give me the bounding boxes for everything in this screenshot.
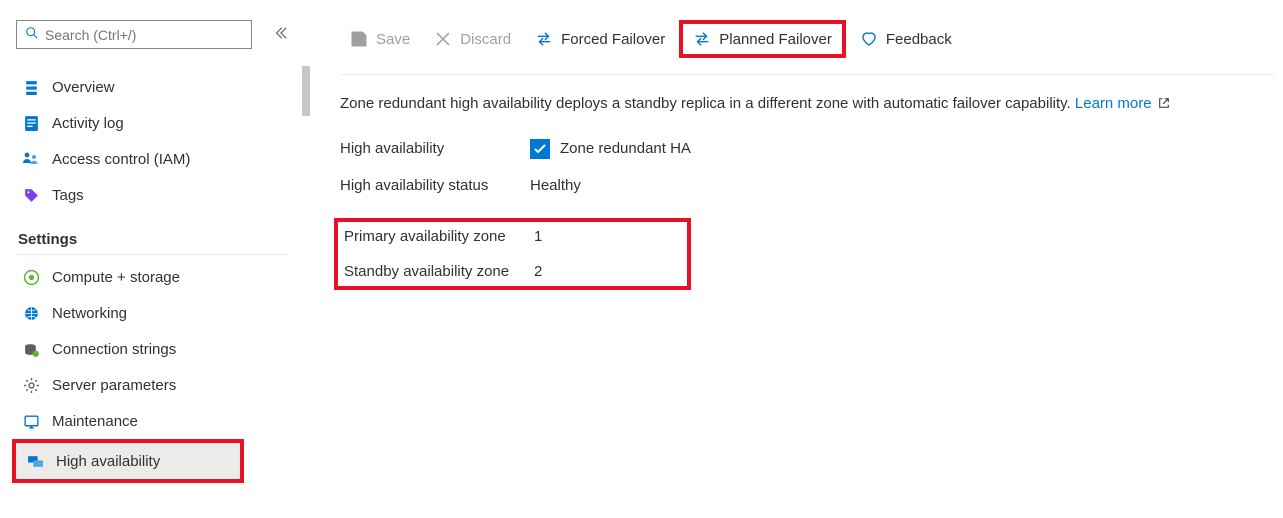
sidebar: Overview Activity log Access control (IA… xyxy=(0,0,310,518)
info-grid: High availability Zone redundant HA High… xyxy=(340,139,691,290)
sidebar-item-connection-strings[interactable]: Connection strings xyxy=(16,331,310,367)
search-icon xyxy=(25,26,45,43)
feedback-icon xyxy=(860,30,878,48)
sidebar-item-compute-storage[interactable]: Compute + storage xyxy=(16,259,310,295)
planned-failover-button[interactable]: Planned Failover xyxy=(679,20,846,58)
description-text: Zone redundant high availability deploys… xyxy=(340,95,1275,113)
content: Zone redundant high availability deploys… xyxy=(340,75,1275,290)
save-icon xyxy=(350,30,368,48)
nav-label-overview: Overview xyxy=(52,79,115,96)
save-label: Save xyxy=(376,31,410,48)
forced-failover-button[interactable]: Forced Failover xyxy=(525,24,675,54)
search-box[interactable] xyxy=(16,20,252,49)
maintenance-icon xyxy=(22,412,40,430)
discard-button: Discard xyxy=(424,24,521,54)
sidebar-item-tags[interactable]: Tags xyxy=(16,177,310,213)
sidebar-item-overview[interactable]: Overview xyxy=(16,69,310,105)
discard-label: Discard xyxy=(460,31,511,48)
forced-failover-icon xyxy=(535,30,553,48)
sidebar-item-activity-log[interactable]: Activity log xyxy=(16,105,310,141)
nav-label-networking: Networking xyxy=(52,305,127,322)
feedback-label: Feedback xyxy=(886,31,952,48)
nav-label-activity-log: Activity log xyxy=(52,115,124,132)
compute-storage-icon xyxy=(22,268,40,286)
sidebar-item-networking[interactable]: Networking xyxy=(16,295,310,331)
settings-header: Settings xyxy=(16,213,288,255)
nav-label-high-availability: High availability xyxy=(56,453,160,470)
overview-icon xyxy=(22,78,40,96)
ha-status-value: Healthy xyxy=(530,177,691,194)
ha-checkbox-row: Zone redundant HA xyxy=(530,139,691,159)
zone-highlight-box: Primary availability zone 1 Standby avai… xyxy=(334,218,691,290)
toolbar: Save Discard Forced Failover Planned Fai… xyxy=(340,20,1275,75)
nav-list: Overview Activity log Access control (IA… xyxy=(16,69,310,483)
forced-failover-label: Forced Failover xyxy=(561,31,665,48)
external-link-icon xyxy=(1158,96,1170,113)
search-input[interactable] xyxy=(45,27,243,43)
standby-zone-label: Standby availability zone xyxy=(344,263,534,280)
learn-more-link[interactable]: Learn more xyxy=(1075,95,1152,112)
save-button: Save xyxy=(340,24,420,54)
collapse-sidebar-button[interactable] xyxy=(270,22,292,47)
ha-label: High availability xyxy=(340,140,530,157)
discard-icon xyxy=(434,30,452,48)
networking-icon xyxy=(22,304,40,322)
connection-strings-icon xyxy=(22,340,40,358)
nav-label-tags: Tags xyxy=(52,187,84,204)
nav-label-maintenance: Maintenance xyxy=(52,413,138,430)
ha-status-label: High availability status xyxy=(340,177,530,194)
search-row xyxy=(16,20,310,49)
planned-failover-label: Planned Failover xyxy=(719,31,832,48)
sidebar-item-access-control[interactable]: Access control (IAM) xyxy=(16,141,310,177)
feedback-button[interactable]: Feedback xyxy=(850,24,962,54)
server-parameters-icon xyxy=(22,376,40,394)
nav-label-compute-storage: Compute + storage xyxy=(52,269,180,286)
nav-label-server-parameters: Server parameters xyxy=(52,377,176,394)
sidebar-item-maintenance[interactable]: Maintenance xyxy=(16,403,310,439)
ha-checkbox[interactable] xyxy=(530,139,550,159)
activity-log-icon xyxy=(22,114,40,132)
nav-label-access-control: Access control (IAM) xyxy=(52,151,190,168)
high-availability-icon xyxy=(26,452,44,470)
sidebar-item-high-availability[interactable]: High availability xyxy=(12,439,244,483)
access-control-icon xyxy=(22,150,40,168)
ha-checkbox-label: Zone redundant HA xyxy=(560,140,691,157)
planned-failover-icon xyxy=(693,30,711,48)
main-panel: Save Discard Forced Failover Planned Fai… xyxy=(310,0,1283,518)
scrollbar[interactable] xyxy=(302,66,310,116)
primary-zone-label: Primary availability zone xyxy=(344,228,534,245)
standby-zone-value: 2 xyxy=(534,263,643,280)
nav-label-connection-strings: Connection strings xyxy=(52,341,176,358)
primary-zone-value: 1 xyxy=(534,228,643,245)
description: Zone redundant high availability deploys… xyxy=(340,95,1075,112)
tags-icon xyxy=(22,186,40,204)
sidebar-item-server-parameters[interactable]: Server parameters xyxy=(16,367,310,403)
